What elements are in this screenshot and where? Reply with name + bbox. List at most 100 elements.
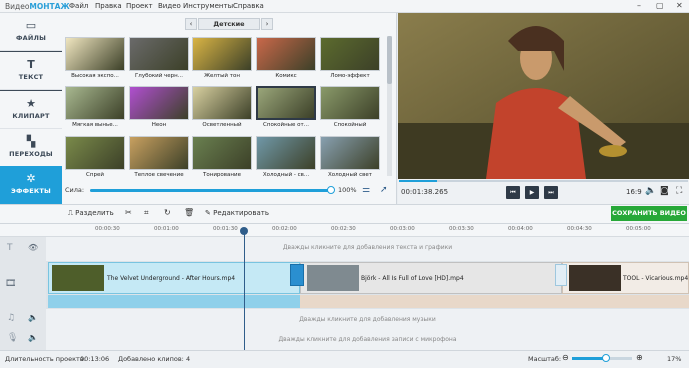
wand-icon[interactable]: ➚	[380, 185, 388, 195]
video-clip[interactable]: Björk - All Is Full of Love [HD].mp4	[300, 262, 562, 294]
ruler-tick-label: 00:01:30	[213, 226, 238, 232]
playhead-knob[interactable]	[240, 227, 248, 235]
aspect-ratio[interactable]: 16:9	[626, 188, 642, 196]
edit-button[interactable]: ✎ Редактировать	[205, 209, 269, 217]
prev-frame-button[interactable]: ⏮	[506, 186, 520, 199]
text-track-hint[interactable]: Дважды кликните для добавления текста и …	[46, 244, 689, 251]
effect-label: Теплое свечение	[134, 172, 184, 178]
menu-edit[interactable]: Правка	[95, 2, 122, 10]
playhead[interactable]	[244, 230, 245, 350]
sidebar-item-clipart[interactable]: ★ КЛИПАРТ	[0, 91, 62, 129]
clip-thumbnail	[569, 265, 621, 291]
effect-thumbnail[interactable]	[65, 86, 125, 120]
clip-thumbnail	[52, 265, 104, 291]
volume-icon[interactable]: 🔈	[645, 186, 656, 196]
eye-icon[interactable]: 👁	[28, 243, 38, 252]
effect-thumbnail[interactable]	[192, 37, 252, 71]
clips-count: Добавлено клипов: 4	[118, 355, 191, 363]
camera-icon[interactable]: ◙	[660, 186, 669, 196]
mic-track-hint[interactable]: Дважды кликните для добавления записи с …	[46, 336, 689, 343]
category-selector[interactable]: Детские	[198, 18, 260, 30]
strength-slider-fill	[90, 189, 330, 192]
effect-thumbnail[interactable]	[320, 136, 380, 170]
crop-icon[interactable]: ⌗	[144, 208, 149, 218]
ruler-tick-label: 00:03:00	[390, 226, 415, 232]
split-button[interactable]: ⎍ Разделить	[68, 209, 114, 218]
delete-icon[interactable]: 🗑	[184, 208, 194, 217]
minimize-icon[interactable]: –	[637, 1, 641, 10]
ruler-tick-label: 00:00:30	[95, 226, 120, 232]
effect-label: Комикс	[275, 73, 297, 79]
effect-thumbnail[interactable]	[256, 136, 316, 170]
ruler-tick-label: 00:01:00	[154, 226, 179, 232]
effect-thumbnail[interactable]	[256, 37, 316, 71]
duration-label: Длительность проекта:	[5, 355, 86, 363]
ruler-tick-label: 00:04:00	[508, 226, 533, 232]
effect-thumbnail[interactable]	[65, 37, 125, 71]
zoom-percent: 17%	[667, 355, 682, 363]
cut-icon[interactable]: ✂	[125, 208, 132, 217]
menu-project[interactable]: Проект	[126, 2, 153, 10]
video-clip[interactable]: The Velvet Underground - After Hours.mp4	[48, 262, 300, 294]
ruler-tick-label: 00:05:00	[626, 226, 651, 232]
sidebar-item-files[interactable]: ▭ ФАЙЛЫ	[0, 13, 62, 51]
effect-thumbnail[interactable]	[192, 86, 252, 120]
rotate-icon[interactable]: ↻	[164, 208, 171, 217]
menu-help[interactable]: Справка	[233, 2, 264, 10]
effects-icon: ✲	[26, 172, 36, 185]
menu-file[interactable]: Файл	[69, 2, 88, 10]
effect-label: Холодный - св...	[262, 172, 310, 178]
zoom-slider-knob[interactable]	[602, 354, 610, 362]
close-icon[interactable]: ✕	[676, 1, 683, 10]
music-icon: ♫	[7, 313, 16, 323]
save-video-button[interactable]: СОХРАНИТЬ ВИДЕО	[611, 206, 687, 221]
sidebar-item-text[interactable]: T ТЕКСТ	[0, 52, 62, 90]
adjust-icon[interactable]: ⚌	[362, 185, 370, 195]
volume-icon[interactable]: 🔈	[28, 333, 38, 342]
audio-waveform[interactable]	[300, 295, 689, 308]
volume-icon[interactable]: 🔈	[28, 313, 38, 322]
effect-thumbnail[interactable]	[320, 86, 380, 120]
effect-label: Спокойный	[333, 122, 367, 128]
strength-slider-knob[interactable]	[327, 186, 335, 194]
transition-marker[interactable]	[290, 264, 304, 286]
play-button[interactable]: ▶	[525, 186, 539, 199]
transition-marker[interactable]	[555, 264, 567, 286]
sidebar-item-effects[interactable]: ✲ ЭФФЕКТЫ	[0, 166, 62, 204]
sidebar-item-transitions[interactable]: ▚ ПЕРЕХОДЫ	[0, 129, 62, 167]
effect-thumbnail[interactable]	[129, 136, 189, 170]
effect-thumbnail[interactable]	[192, 136, 252, 170]
ruler-tick-label: 00:02:00	[272, 226, 297, 232]
menu-video[interactable]: Видео	[158, 2, 181, 10]
zoom-in-icon[interactable]: ⊕	[636, 353, 643, 362]
zoom-slider-fill	[572, 357, 605, 360]
music-track-hint[interactable]: Дважды кликните для добавления музыки	[46, 316, 689, 323]
effects-scrollbar[interactable]	[387, 36, 392, 176]
effect-thumbnail[interactable]	[65, 136, 125, 170]
effect-label: Ломо-эффект	[330, 73, 370, 79]
effect-thumbnail[interactable]	[129, 86, 189, 120]
video-preview[interactable]	[398, 13, 689, 179]
effect-thumbnail[interactable]	[320, 37, 380, 71]
effect-label: Неон	[151, 122, 167, 128]
audio-waveform[interactable]	[48, 295, 300, 308]
menu-tools[interactable]: Инструменты	[183, 2, 233, 10]
zoom-out-icon[interactable]: ⊖	[562, 353, 569, 362]
scroll-thumb[interactable]	[387, 36, 392, 84]
fullscreen-icon[interactable]: ⛶	[676, 186, 682, 196]
strength-percent: 100%	[338, 186, 357, 194]
category-next-button[interactable]: ›	[261, 18, 273, 30]
effect-label: Желтый тон	[204, 73, 240, 79]
video-frame	[398, 13, 689, 179]
transitions-icon: ▚	[26, 135, 36, 148]
zoom-label: Масштаб:	[528, 355, 562, 363]
maximize-icon[interactable]: ▢	[656, 1, 664, 10]
video-clip[interactable]: TOOL - Vicarious.mp4	[562, 262, 689, 294]
effect-thumbnail[interactable]	[129, 37, 189, 71]
playback-progress[interactable]	[399, 180, 688, 182]
next-frame-button[interactable]: ⏭	[544, 186, 558, 199]
effect-thumbnail[interactable]	[256, 86, 316, 120]
duration-value: 00:13:06	[80, 355, 110, 363]
category-prev-button[interactable]: ‹	[185, 18, 197, 30]
ruler-tick-label: 00:04:30	[567, 226, 592, 232]
